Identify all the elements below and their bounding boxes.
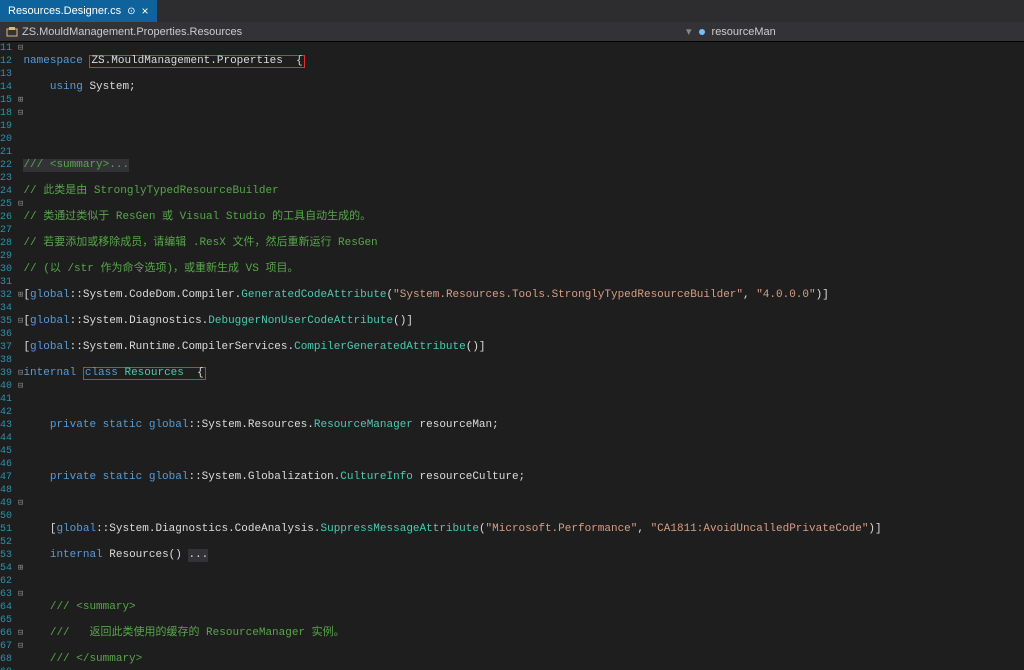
pin-icon[interactable]: ⊙ bbox=[127, 6, 135, 17]
context-member-dropdown[interactable]: ▾ resourceMan bbox=[686, 25, 776, 38]
dropdown-sep: ▾ bbox=[686, 25, 692, 38]
file-tab[interactable]: Resources.Designer.cs ⊙ × bbox=[0, 0, 157, 22]
context-class-label: ZS.MouldManagement.Properties.Resources bbox=[22, 26, 242, 38]
tab-bar: Resources.Designer.cs ⊙ × bbox=[0, 0, 1024, 22]
tab-title: Resources.Designer.cs bbox=[8, 5, 121, 17]
code-area[interactable]: namespace ZS.MouldManagement.Properties … bbox=[23, 42, 1024, 670]
line-number-gutter: 1112131415181920212223242526272829303132… bbox=[0, 42, 18, 670]
field-icon bbox=[696, 26, 708, 38]
close-icon[interactable]: × bbox=[142, 4, 149, 18]
class-icon bbox=[6, 26, 18, 38]
context-bar: ZS.MouldManagement.Properties.Resources … bbox=[0, 22, 1024, 42]
code-editor[interactable]: 1112131415181920212223242526272829303132… bbox=[0, 42, 1024, 670]
context-class-dropdown[interactable]: ZS.MouldManagement.Properties.Resources bbox=[6, 26, 686, 38]
context-member-label: resourceMan bbox=[712, 26, 776, 38]
